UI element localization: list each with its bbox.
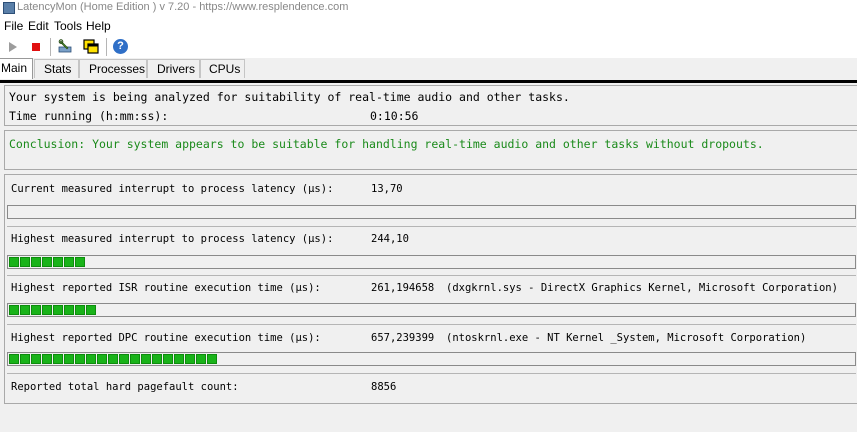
tab-cpus[interactable]: CPUs (200, 59, 245, 78)
header-rule (0, 80, 857, 83)
isr-driver-detail: (dxgkrnl.sys - DirectX Graphics Kernel, … (446, 282, 838, 294)
bar-segment (75, 305, 85, 315)
bar-segment (86, 305, 96, 315)
bar-segment (97, 354, 107, 364)
bar-segment (152, 354, 162, 364)
bar-segment (196, 354, 206, 364)
dpc-driver-detail: (ntoskrnl.exe - NT Kernel _System, Micro… (446, 332, 807, 344)
tab-main[interactable]: Main (0, 58, 33, 79)
bar-segment (64, 354, 74, 364)
bar-segment (141, 354, 151, 364)
toolbar-separator (106, 38, 107, 56)
toolbar-separator (50, 38, 51, 56)
dpc-time-value: 657,239399 (371, 332, 435, 344)
bar-segment (31, 257, 41, 267)
bar-segment (20, 354, 30, 364)
play-icon (9, 42, 17, 52)
dpc-time-bar (7, 352, 856, 366)
app-icon (3, 2, 15, 14)
bar-segment (42, 305, 52, 315)
highest-latency-value: 244,10 (371, 233, 409, 245)
window-title: LatencyMon (Home Edition ) v 7.20 - http… (17, 1, 349, 13)
highest-latency-bar (7, 255, 856, 269)
drivers-button[interactable] (82, 38, 100, 56)
bar-segment (42, 354, 52, 364)
bar-segment (207, 354, 217, 364)
bar-fill (9, 305, 97, 315)
bar-segment (20, 305, 30, 315)
bar-fill (9, 257, 86, 267)
bar-segment (185, 354, 195, 364)
conclusion-panel: Conclusion: Your system appears to be su… (4, 130, 857, 170)
time-running-label: Time running (h:mm:ss): (9, 109, 169, 123)
bar-segment (64, 257, 74, 267)
bar-segment (119, 354, 129, 364)
bar-segment (53, 257, 63, 267)
stop-button[interactable] (27, 38, 45, 56)
help-icon: ? (113, 39, 128, 54)
title-bar: LatencyMon (Home Edition ) v 7.20 - http… (0, 0, 857, 16)
isr-time-label: Highest reported ISR routine execution t… (11, 282, 321, 294)
conclusion-text: Conclusion: Your system appears to be su… (9, 137, 764, 151)
tab-processes[interactable]: Processes (79, 59, 147, 78)
bar-segment (75, 257, 85, 267)
bar-segment (53, 305, 63, 315)
divider (7, 275, 856, 276)
windows-icon (83, 39, 99, 54)
highest-latency-label: Highest measured interrupt to process la… (11, 233, 334, 245)
wrench-icon (58, 39, 72, 53)
menu-bar: File Edit Tools Help (0, 16, 857, 35)
tab-stats[interactable]: Stats (34, 59, 79, 78)
stop-icon (32, 43, 40, 51)
metrics-panel: Current measured interrupt to process la… (4, 174, 857, 404)
bar-segment (9, 305, 19, 315)
bar-segment (9, 257, 19, 267)
menu-file[interactable]: File (4, 19, 23, 33)
bar-segment (42, 257, 52, 267)
menu-edit[interactable]: Edit (28, 19, 49, 33)
help-button[interactable]: ? (112, 38, 130, 56)
current-latency-label: Current measured interrupt to process la… (11, 183, 334, 195)
bar-segment (64, 305, 74, 315)
analyzing-text: Your system is being analyzed for suitab… (9, 90, 570, 104)
isr-time-bar (7, 303, 856, 317)
tab-bar: Main Stats Processes Drivers CPUs (0, 58, 857, 80)
current-latency-bar (7, 205, 856, 219)
pagefault-label: Reported total hard pagefault count: (11, 381, 239, 393)
menu-tools[interactable]: Tools (54, 19, 82, 33)
time-running-value: 0:10:56 (370, 109, 419, 123)
bar-segment (163, 354, 173, 364)
divider (7, 324, 856, 325)
bar-segment (86, 354, 96, 364)
bar-segment (108, 354, 118, 364)
pagefault-value: 8856 (371, 381, 397, 393)
bar-segment (75, 354, 85, 364)
dpc-time-label: Highest reported DPC routine execution t… (11, 332, 321, 344)
current-latency-value: 13,70 (371, 183, 403, 195)
divider (7, 226, 856, 227)
divider (7, 373, 856, 374)
bar-fill (9, 354, 218, 364)
isr-time-value: 261,194658 (371, 282, 435, 294)
status-panel: Your system is being analyzed for suitab… (4, 85, 857, 126)
bar-segment (31, 305, 41, 315)
bar-segment (31, 354, 41, 364)
options-button[interactable] (56, 38, 74, 56)
bar-segment (9, 354, 19, 364)
toolbar: ? (0, 35, 857, 59)
bar-segment (174, 354, 184, 364)
bar-segment (20, 257, 30, 267)
start-button[interactable] (4, 38, 22, 56)
tab-drivers[interactable]: Drivers (147, 59, 200, 78)
bar-segment (53, 354, 63, 364)
menu-help[interactable]: Help (86, 19, 111, 33)
bar-segment (130, 354, 140, 364)
